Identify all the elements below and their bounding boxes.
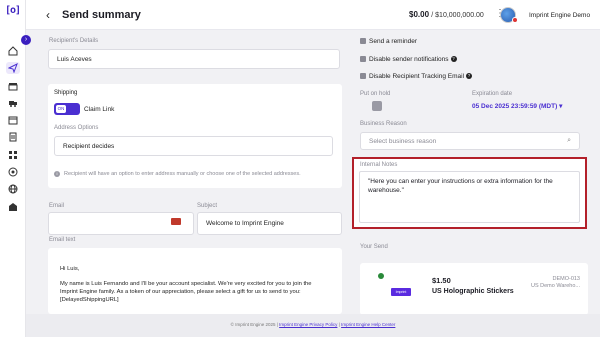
disable-tracking-text: Disable Recipient Tracking Email	[369, 73, 465, 80]
balance: $0.00 / $10,000,000.00	[409, 10, 484, 19]
left-rail: [o]	[0, 0, 26, 337]
home-icon[interactable]	[7, 45, 19, 57]
gift-icon[interactable]	[7, 80, 19, 92]
clipboard-icon[interactable]	[7, 131, 19, 143]
internal-notes-highlight: Internal Notes "Here you can enter your …	[352, 157, 587, 229]
expiration-date-text: 05 Dec 2025 23:59:59 (MDT)	[472, 103, 558, 110]
send-reminder-label: Send a reminder	[369, 38, 418, 45]
page-title: Send summary	[62, 9, 141, 21]
recipient-name-field[interactable]: Luis Aceves	[48, 49, 340, 69]
address-options-label: Address Options	[54, 125, 99, 131]
product-name: US Holographic Stickers	[432, 288, 514, 295]
business-reason-label: Business Reason	[360, 121, 407, 127]
internal-notes-textarea[interactable]: "Here you can enter your instructions or…	[359, 171, 580, 223]
help-icon[interactable]: ?	[466, 73, 473, 80]
disable-sender-label: Disable sender notifications?	[369, 56, 457, 63]
disable-tracking-checkbox[interactable]	[360, 73, 366, 79]
product-image: Imprint Engine	[387, 283, 413, 302]
business-reason-select[interactable]: Select business reason ⌕	[360, 132, 580, 150]
privacy-policy-link[interactable]: Imprint Engine Privacy Policy	[279, 322, 337, 327]
help-center-link[interactable]: Imprint Engine Help Center	[341, 322, 395, 327]
email-placeholder-url: [DelayedShippingURL]	[60, 297, 119, 303]
product-status-dot	[378, 273, 384, 279]
product-card[interactable]: Imprint Engine $1.50 US Holographic Stic…	[360, 263, 588, 315]
product-image-label: Imprint Engine	[391, 288, 411, 302]
address-info-text: Recipient will have an option to enter a…	[64, 171, 301, 177]
address-options-field[interactable]: Recipient decides	[54, 136, 333, 156]
expiration-date-value[interactable]: 05 Dec 2025 23:59:59 (MDT) ▾	[472, 102, 562, 110]
address-info: i Recipient will have an option to enter …	[54, 171, 301, 177]
put-on-hold-toggle[interactable]	[372, 101, 382, 111]
expiration-date-label: Expiration date	[472, 91, 513, 97]
shipping-label: Shipping	[54, 90, 78, 96]
product-warehouse: US Demo Wareho...	[530, 283, 580, 289]
email-label: Email	[49, 203, 65, 209]
subject-field[interactable]: Welcome to Imprint Engine	[197, 212, 342, 235]
account-name[interactable]: Imprint Engine Demo	[529, 12, 590, 19]
your-send-label: Your Send	[360, 244, 388, 250]
chevron-down-icon: ▾	[559, 103, 563, 110]
disable-sender-text: Disable sender notifications	[369, 56, 449, 63]
product-code: DEMO-013	[552, 276, 580, 282]
help-icon[interactable]: ?	[450, 56, 457, 63]
recipient-details-label: Recipient's Details	[49, 38, 99, 44]
product-price: $1.50	[432, 276, 451, 285]
info-icon: i	[54, 171, 60, 177]
send-reminder-checkbox[interactable]	[360, 38, 366, 44]
email-greeting: Hi Luis,	[60, 266, 80, 272]
toggle-knob: ON	[56, 105, 66, 113]
balance-amount: $0.00	[409, 10, 430, 19]
warehouse-icon[interactable]	[7, 201, 19, 213]
top-header: ‹ Send summary $0.00 / $10,000,000.00 ⋮ …	[26, 0, 600, 30]
claim-link-toggle[interactable]: ON	[54, 103, 80, 115]
truck-icon[interactable]	[7, 97, 19, 109]
expand-rail-button[interactable]: ›	[21, 35, 31, 45]
footer-copyright: © Imprint Engine 2025	[230, 322, 276, 327]
claim-link-label: Claim Link	[84, 106, 115, 113]
flag-icon	[171, 218, 181, 225]
box-icon[interactable]	[7, 114, 19, 126]
back-arrow-icon[interactable]: ‹	[46, 8, 50, 22]
notification-badge	[512, 17, 518, 23]
balance-total: / $10,000,000.00	[431, 12, 484, 19]
app-logo[interactable]: [o]	[5, 5, 21, 19]
internal-notes-label: Internal Notes	[360, 162, 398, 168]
business-reason-placeholder: Select business reason	[369, 137, 437, 145]
email-body: My name is Luis Fernando and I'll be you…	[60, 281, 312, 295]
globe-icon[interactable]	[7, 183, 19, 195]
disable-sender-checkbox[interactable]	[360, 56, 366, 62]
search-icon: ⌕	[567, 137, 571, 144]
put-on-hold-label: Put on hold	[360, 91, 391, 97]
grid-icon[interactable]	[7, 149, 19, 161]
email-text-label: Email text	[49, 237, 76, 243]
subject-label: Subject	[197, 203, 218, 209]
send-icon[interactable]	[6, 62, 20, 74]
disable-tracking-label: Disable Recipient Tracking Email?	[369, 73, 473, 80]
target-icon[interactable]	[7, 166, 19, 178]
footer: © Imprint Engine 2025 | Imprint Engine P…	[26, 314, 600, 337]
